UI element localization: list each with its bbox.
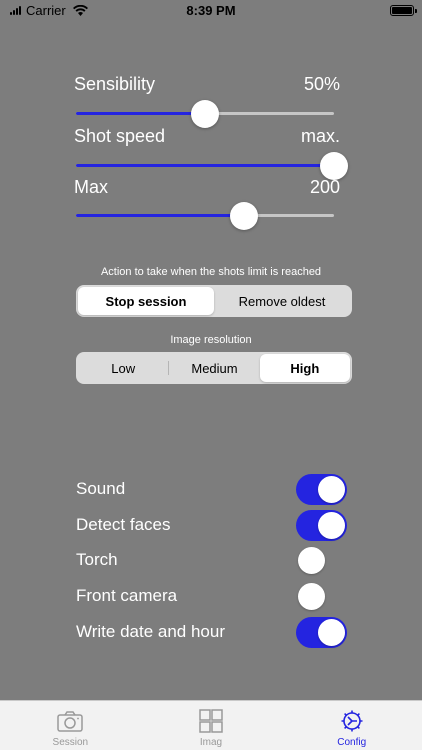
detect-faces-switch[interactable] — [296, 510, 347, 541]
segment-medium[interactable]: Medium — [169, 354, 259, 382]
tab-imag-label: Imag — [199, 737, 223, 748]
shot-speed-slider[interactable] — [76, 152, 348, 180]
resolution-segmented-control: Low Medium High — [76, 352, 352, 384]
detect-faces-label: Detect faces — [76, 515, 171, 534]
sensibility-label: Sensibility — [74, 74, 156, 94]
tab-config-label: Config — [337, 737, 367, 748]
tab-session-label: Session — [52, 737, 89, 748]
segment-remove-oldest[interactable]: Remove oldest — [214, 287, 350, 315]
tab-imag[interactable]: Imag — [141, 701, 282, 750]
sensibility-value: 50% — [303, 74, 340, 94]
camera-icon — [57, 711, 84, 732]
grid-icon — [199, 709, 223, 733]
write-date-hour-label: Write date and hour — [76, 622, 225, 641]
tab-session[interactable]: Session — [0, 701, 141, 750]
status-bar: Carrier 8:39 PM — [0, 0, 422, 22]
gear-icon — [341, 710, 363, 732]
front-camera-label: Front camera — [76, 586, 178, 605]
segment-low[interactable]: Low — [78, 354, 168, 382]
tab-config[interactable]: Config — [281, 701, 422, 750]
max-slider[interactable] — [76, 202, 334, 230]
torch-switch[interactable] — [296, 545, 347, 576]
detect-faces-row: Detect faces — [76, 510, 348, 542]
write-date-hour-row: Write date and hour — [76, 617, 348, 649]
slider-fill — [76, 164, 334, 167]
write-date-hour-switch[interactable] — [296, 617, 347, 648]
sensibility-slider[interactable] — [76, 100, 334, 128]
torch-row: Torch — [76, 545, 348, 577]
slider-thumb[interactable] — [229, 202, 258, 230]
sound-label: Sound — [76, 479, 126, 498]
slider-fill — [76, 214, 244, 217]
max-label: Max — [74, 177, 109, 197]
battery-icon — [390, 5, 417, 16]
limit-action-caption: Action to take when the shots limit is r… — [100, 266, 322, 278]
torch-label: Torch — [76, 550, 118, 569]
sensibility-slider-block: Sensibility 50% — [74, 72, 346, 132]
limit-action-segmented-control: Stop session Remove oldest — [76, 285, 352, 317]
sound-row: Sound — [76, 474, 348, 506]
max-value: 200 — [309, 177, 340, 197]
slider-fill — [76, 112, 205, 115]
segment-high[interactable]: High — [259, 354, 350, 382]
max-slider-block: Max 200 — [74, 176, 346, 236]
sound-switch[interactable] — [296, 474, 347, 505]
shot-speed-label: Shot speed — [74, 126, 166, 146]
tab-bar: Session Imag Config — [0, 700, 422, 750]
shot-speed-value: max. — [300, 126, 340, 146]
status-time: 8:39 PM — [186, 3, 236, 18]
resolution-caption: Image resolution — [170, 334, 252, 346]
shot-speed-slider-block: Shot speed max. — [74, 124, 348, 184]
segment-stop-session[interactable]: Stop session — [78, 287, 214, 315]
front-camera-row: Front camera — [76, 581, 348, 613]
front-camera-switch[interactable] — [296, 581, 347, 612]
